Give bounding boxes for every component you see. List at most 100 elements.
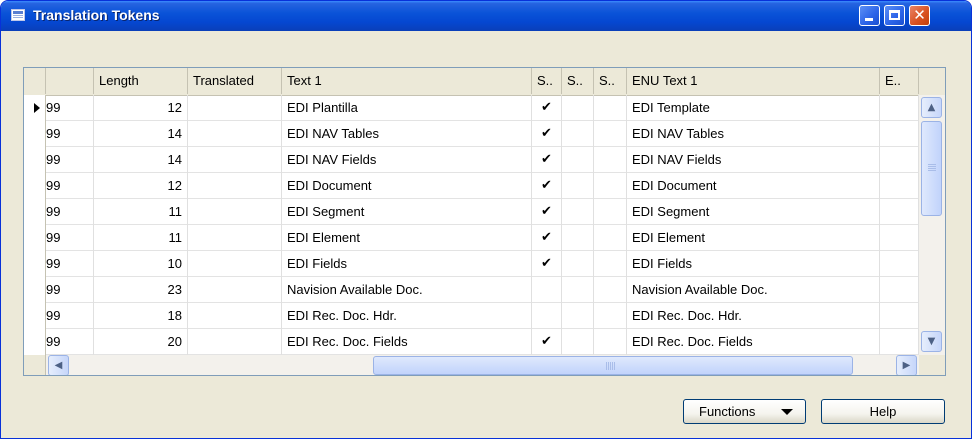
s3-checkbox-cell[interactable] — [594, 147, 627, 173]
s1-checkbox-cell[interactable]: ✔ — [532, 173, 562, 199]
length-cell[interactable]: 11 — [94, 225, 188, 251]
table-row[interactable]: 99 11 EDI Element ✔ EDI Element — [24, 225, 919, 251]
e-cell[interactable] — [880, 225, 919, 251]
enu-text-1-cell[interactable]: EDI NAV Tables — [627, 121, 880, 147]
column-header-id[interactable] — [46, 68, 94, 94]
text-1-cell[interactable]: EDI NAV Fields — [282, 147, 532, 173]
translated-cell[interactable] — [188, 251, 282, 277]
enu-text-1-cell[interactable]: EDI Segment — [627, 199, 880, 225]
s3-checkbox-cell[interactable] — [594, 121, 627, 147]
s3-checkbox-cell[interactable] — [594, 173, 627, 199]
length-cell[interactable]: 14 — [94, 121, 188, 147]
id-cell[interactable]: 99 — [46, 121, 94, 147]
row-selector[interactable] — [24, 329, 46, 355]
enu-text-1-cell[interactable]: EDI Document — [627, 173, 880, 199]
translated-cell[interactable] — [188, 95, 282, 121]
e-cell[interactable] — [880, 147, 919, 173]
table-row[interactable]: 99 11 EDI Segment ✔ EDI Segment — [24, 199, 919, 225]
row-selector[interactable] — [24, 303, 46, 329]
s1-checkbox-cell[interactable]: ✔ — [532, 329, 562, 355]
s2-checkbox-cell[interactable] — [562, 121, 594, 147]
s3-checkbox-cell[interactable] — [594, 225, 627, 251]
enu-text-1-cell[interactable]: EDI Rec. Doc. Hdr. — [627, 303, 880, 329]
table-row[interactable]: 99 14 EDI NAV Fields ✔ EDI NAV Fields — [24, 147, 919, 173]
length-cell[interactable]: 10 — [94, 251, 188, 277]
column-header-translated[interactable]: Translated — [188, 68, 282, 94]
table-row[interactable]: 99 12 EDI Plantilla ✔ EDI Template — [24, 95, 919, 121]
s3-checkbox-cell[interactable] — [594, 199, 627, 225]
horizontal-scrollbar[interactable]: ◀ ▶ — [46, 355, 919, 375]
id-cell[interactable]: 99 — [46, 199, 94, 225]
enu-text-1-cell[interactable]: EDI NAV Fields — [627, 147, 880, 173]
column-header-e[interactable]: E.. — [880, 68, 919, 94]
scroll-left-button[interactable]: ◀ — [48, 355, 69, 375]
e-cell[interactable] — [880, 251, 919, 277]
text-1-cell[interactable]: EDI Rec. Doc. Fields — [282, 329, 532, 355]
row-selector[interactable] — [24, 199, 46, 225]
e-cell[interactable] — [880, 199, 919, 225]
s1-checkbox-cell[interactable]: ✔ — [532, 199, 562, 225]
length-cell[interactable]: 12 — [94, 173, 188, 199]
s1-checkbox-cell[interactable]: ✔ — [532, 121, 562, 147]
enu-text-1-cell[interactable]: EDI Fields — [627, 251, 880, 277]
id-cell[interactable]: 99 — [46, 303, 94, 329]
text-1-cell[interactable]: EDI Element — [282, 225, 532, 251]
translated-cell[interactable] — [188, 121, 282, 147]
length-cell[interactable]: 18 — [94, 303, 188, 329]
id-cell[interactable]: 99 — [46, 173, 94, 199]
translated-cell[interactable] — [188, 277, 282, 303]
length-cell[interactable]: 11 — [94, 199, 188, 225]
vertical-scroll-thumb[interactable] — [921, 121, 942, 216]
table-row[interactable]: 99 10 EDI Fields ✔ EDI Fields — [24, 251, 919, 277]
close-button[interactable]: ✕ — [909, 5, 930, 26]
id-cell[interactable]: 99 — [46, 95, 94, 121]
s3-checkbox-cell[interactable] — [594, 95, 627, 121]
s3-checkbox-cell[interactable] — [594, 303, 627, 329]
row-selector[interactable] — [24, 121, 46, 147]
e-cell[interactable] — [880, 303, 919, 329]
s3-checkbox-cell[interactable] — [594, 329, 627, 355]
s1-checkbox-cell[interactable]: ✔ — [532, 225, 562, 251]
functions-button[interactable]: Functions — [683, 399, 806, 424]
horizontal-scroll-thumb[interactable] — [373, 356, 853, 375]
s2-checkbox-cell[interactable] — [562, 173, 594, 199]
translated-cell[interactable] — [188, 199, 282, 225]
s2-checkbox-cell[interactable] — [562, 251, 594, 277]
id-cell[interactable]: 99 — [46, 225, 94, 251]
row-selector[interactable] — [24, 277, 46, 303]
row-selector[interactable] — [24, 251, 46, 277]
scroll-right-button[interactable]: ▶ — [896, 355, 917, 375]
row-selector[interactable] — [24, 95, 46, 121]
enu-text-1-cell[interactable]: EDI Rec. Doc. Fields — [627, 329, 880, 355]
translated-cell[interactable] — [188, 225, 282, 251]
s1-checkbox-cell[interactable]: ✔ — [532, 251, 562, 277]
s3-checkbox-cell[interactable] — [594, 251, 627, 277]
enu-text-1-cell[interactable]: Navision Available Doc. — [627, 277, 880, 303]
row-selector[interactable] — [24, 147, 46, 173]
text-1-cell[interactable]: EDI Document — [282, 173, 532, 199]
s2-checkbox-cell[interactable] — [562, 147, 594, 173]
length-cell[interactable]: 23 — [94, 277, 188, 303]
text-1-cell[interactable]: Navision Available Doc. — [282, 277, 532, 303]
table-row[interactable]: 99 18 EDI Rec. Doc. Hdr. EDI Rec. Doc. H… — [24, 303, 919, 329]
text-1-cell[interactable]: EDI NAV Tables — [282, 121, 532, 147]
s1-checkbox-cell[interactable]: ✔ — [532, 147, 562, 173]
vertical-scrollbar[interactable]: ▲ ▼ — [919, 95, 945, 355]
row-selector[interactable] — [24, 225, 46, 251]
text-1-cell[interactable]: EDI Rec. Doc. Hdr. — [282, 303, 532, 329]
text-1-cell[interactable]: EDI Segment — [282, 199, 532, 225]
e-cell[interactable] — [880, 95, 919, 121]
scroll-down-button[interactable]: ▼ — [921, 331, 942, 352]
table-row[interactable]: 99 14 EDI NAV Tables ✔ EDI NAV Tables — [24, 121, 919, 147]
table-row[interactable]: 99 20 EDI Rec. Doc. Fields ✔ EDI Rec. Do… — [24, 329, 919, 355]
table-row[interactable]: 99 23 Navision Available Doc. Navision A… — [24, 277, 919, 303]
s2-checkbox-cell[interactable] — [562, 199, 594, 225]
id-cell[interactable]: 99 — [46, 277, 94, 303]
translated-cell[interactable] — [188, 173, 282, 199]
s2-checkbox-cell[interactable] — [562, 329, 594, 355]
text-1-cell[interactable]: EDI Plantilla — [282, 95, 532, 121]
help-button[interactable]: Help — [821, 399, 945, 424]
table-row[interactable]: 99 12 EDI Document ✔ EDI Document — [24, 173, 919, 199]
row-selector-header[interactable] — [24, 68, 46, 94]
row-selector[interactable] — [24, 173, 46, 199]
